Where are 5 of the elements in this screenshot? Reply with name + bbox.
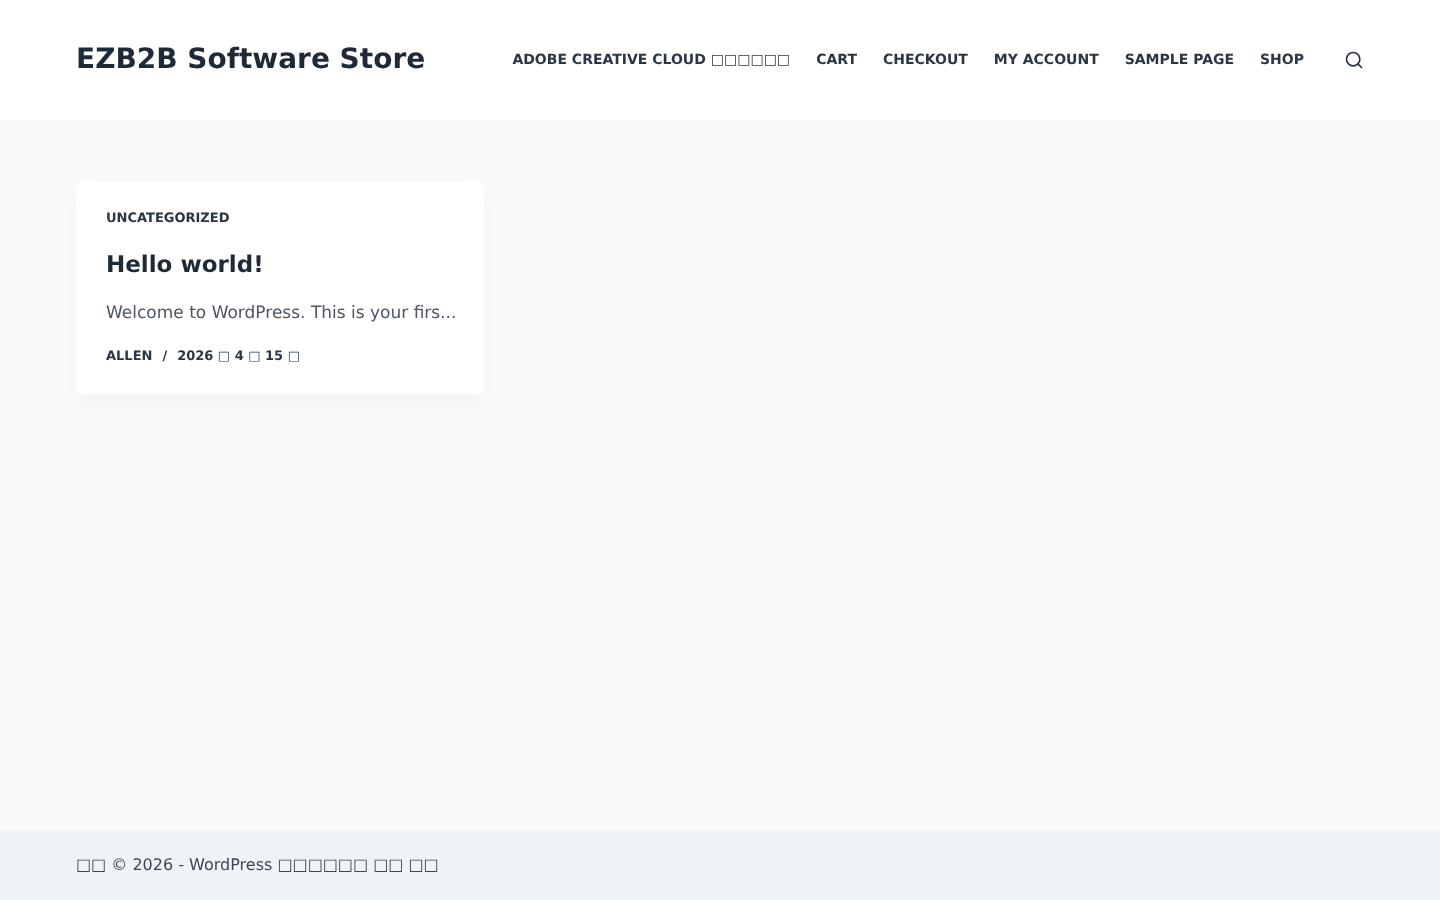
post-excerpt: Welcome to WordPress. This is your firs... (106, 302, 454, 328)
search-icon[interactable] (1344, 50, 1364, 70)
post-title[interactable]: Hello world! (106, 247, 454, 282)
footer-copyright: □□ © 2026 - WordPress □□□□□□ □□ □□ (76, 853, 439, 877)
site-title[interactable]: EZB2B Software Store (76, 39, 426, 81)
